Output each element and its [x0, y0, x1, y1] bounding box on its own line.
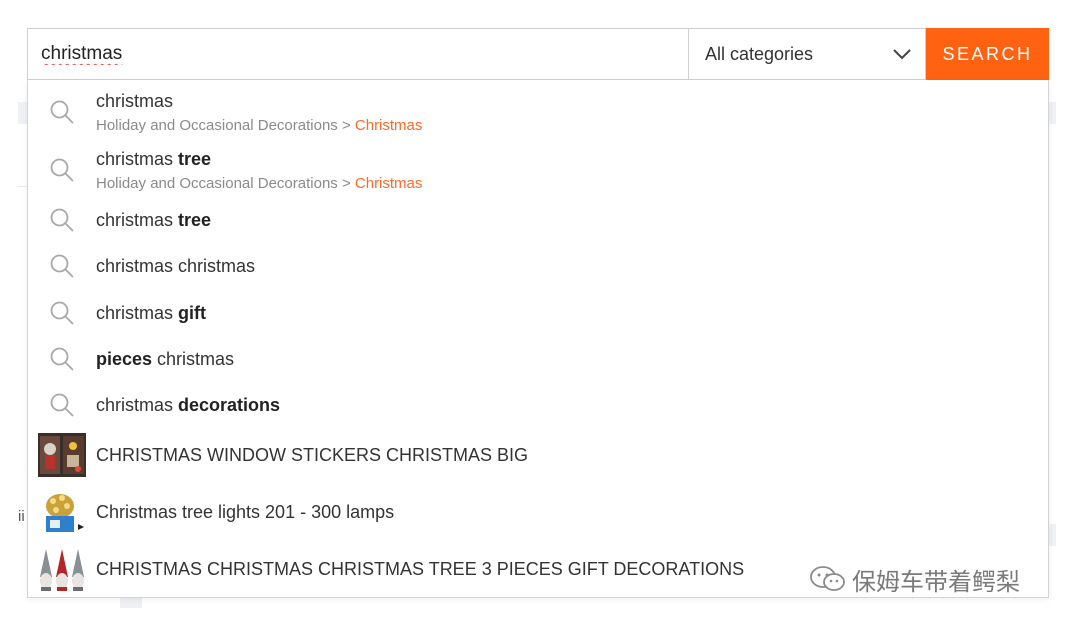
wechat-logo-icon	[810, 566, 845, 591]
search-icon	[49, 253, 75, 279]
search-input-wrapper[interactable]	[27, 28, 688, 80]
search-button[interactable]: SEARCH	[926, 28, 1049, 80]
suggestion-text: christmas tree	[96, 209, 212, 230]
suggestion-category: Holiday and Occasional Decorations > Chr…	[96, 174, 423, 192]
suggestion-text: christmas decorations	[96, 394, 281, 415]
product-suggestion-item[interactable]: Christmas tree lights 201 - 300 lamps	[28, 488, 1048, 536]
product-suggestion-item[interactable]: CHRISTMAS WINDOW STICKERS CHRISTMAS BIG	[28, 432, 1048, 478]
search-icon	[49, 392, 75, 418]
suggestion-item[interactable]: christmas tree Holiday and Occasional De…	[28, 144, 1048, 196]
search-input[interactable]	[39, 42, 688, 66]
background-block	[120, 598, 142, 608]
autocomplete-dropdown: christmas Holiday and Occasional Decorat…	[27, 80, 1049, 598]
chevron-down-icon	[893, 49, 911, 60]
search-icon	[49, 300, 75, 326]
suggestion-text: pieces christmas	[96, 348, 235, 369]
category-select-label: All categories	[705, 43, 814, 64]
search-icon	[49, 207, 75, 233]
suggestion-item[interactable]: christmas gift	[28, 297, 1048, 329]
watermark-text: 保姆车带着鳄梨	[852, 567, 1020, 596]
background-block	[1048, 102, 1056, 124]
product-title: Christmas tree lights 201 - 300 lamps	[96, 501, 395, 522]
gnome-decorations-thumbnail	[40, 549, 84, 591]
search-icon	[49, 99, 75, 125]
product-title: CHRISTMAS WINDOW STICKERS CHRISTMAS BIG	[96, 444, 529, 465]
tree-lights-thumbnail	[46, 494, 84, 532]
search-icon	[49, 346, 75, 372]
suggestion-category: Holiday and Occasional Decorations > Chr…	[96, 116, 423, 134]
background-text-fragment: ii	[18, 508, 25, 525]
suggestion-item[interactable]: christmas christmas	[28, 250, 1048, 282]
suggestion-item[interactable]: christmas Holiday and Occasional Decorat…	[28, 86, 1048, 138]
suggestion-text: christmas tree	[96, 148, 212, 169]
watermark: 保姆车带着鳄梨	[808, 562, 1020, 596]
suggestion-text: christmas	[96, 90, 174, 111]
category-select[interactable]: All categories	[688, 28, 926, 80]
search-icon	[49, 157, 75, 183]
search-bar: All categories SEARCH	[27, 28, 1049, 80]
suggestion-item[interactable]: christmas tree	[28, 204, 1048, 236]
suggestion-item[interactable]: pieces christmas	[28, 343, 1048, 375]
suggestion-text: christmas christmas	[96, 255, 256, 276]
window-stickers-thumbnail	[38, 433, 86, 477]
suggestion-item[interactable]: christmas decorations	[28, 389, 1048, 421]
background-block	[1048, 524, 1056, 546]
product-title: CHRISTMAS CHRISTMAS CHRISTMAS TREE 3 PIE…	[96, 558, 745, 579]
suggestion-text: christmas gift	[96, 302, 206, 323]
